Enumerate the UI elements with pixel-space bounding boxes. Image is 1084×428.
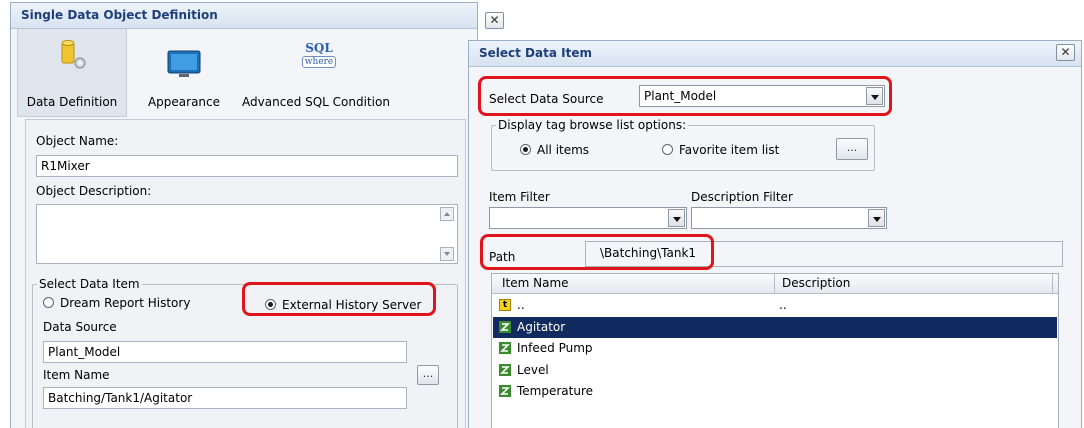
radio-external-dot — [265, 299, 276, 310]
item-list-header: Item Name Description — [492, 274, 1058, 294]
tag-icon — [499, 385, 511, 397]
description-filter-label: Description Filter — [691, 190, 793, 204]
column-item-name[interactable]: Item Name — [502, 276, 569, 290]
tab-advanced-sql-condition-label: Advanced SQL Condition — [242, 95, 390, 109]
column-separator — [1052, 274, 1053, 294]
select-data-item-group: Select Data Item Dream Report History Ex… — [32, 277, 458, 428]
radio-favorite-dot — [662, 144, 673, 155]
database-gear-icon — [61, 40, 86, 69]
radio-favorite-label: Favorite item list — [679, 143, 780, 157]
data-source-input[interactable]: Plant_Model — [43, 341, 407, 363]
column-separator — [774, 274, 775, 294]
object-name-input[interactable]: R1Mixer — [36, 155, 458, 177]
left-close-button[interactable]: ✕ — [485, 12, 504, 29]
description-scroll-down[interactable] — [440, 247, 454, 261]
select-data-source-combo[interactable]: Plant_Model — [639, 85, 885, 107]
left-dialog-title: Single Data Object Definition — [21, 8, 218, 22]
object-name-label: Object Name: — [36, 134, 119, 148]
scroll-up-icon — [444, 212, 450, 216]
radio-dream-report-history[interactable]: Dream Report History — [43, 296, 190, 310]
tag-icon — [499, 321, 511, 333]
tab-data-definition[interactable]: Data Definition — [17, 29, 127, 117]
scroll-down-icon — [444, 252, 450, 256]
chevron-down-icon[interactable] — [668, 209, 685, 227]
list-item-name: .. — [517, 298, 525, 312]
tab-appearance[interactable]: Appearance — [135, 29, 233, 117]
path-display: \Batching\Tank1 — [585, 241, 1063, 267]
list-item-description: .. — [779, 298, 787, 312]
display-options-legend: Display tag browse list options: — [496, 118, 689, 132]
radio-external-history-server[interactable]: External History Server — [265, 298, 421, 312]
tag-icon — [499, 364, 511, 376]
select-data-item-legend: Select Data Item — [37, 277, 142, 291]
tab-data-definition-label: Data Definition — [26, 95, 118, 109]
item-filter-combo[interactable] — [489, 207, 687, 229]
tag-icon — [499, 342, 511, 354]
chevron-down-icon[interactable] — [868, 209, 885, 227]
path-label: Path — [489, 250, 516, 264]
list-item[interactable]: Agitator — [493, 317, 1057, 338]
right-titlebar: Select Data Item ✕ — [469, 41, 1081, 67]
sql-where-icon: SQL where — [299, 41, 339, 77]
column-description[interactable]: Description — [782, 276, 850, 290]
item-name-label: Item Name — [43, 368, 110, 382]
tab-appearance-label: Appearance — [147, 95, 221, 109]
single-data-object-definition-dialog: Single Data Object Definition Data Defin… — [10, 2, 478, 428]
sql-icon-text: SQL — [305, 41, 333, 55]
list-item[interactable]: Level — [493, 360, 1057, 381]
right-dialog-title: Select Data Item — [479, 46, 592, 60]
radio-all-items[interactable]: All items — [520, 143, 589, 157]
item-name-input[interactable]: Batching/Tank1/Agitator — [43, 387, 407, 409]
select-data-source-value: Plant_Model — [644, 89, 717, 103]
description-filter-combo[interactable] — [691, 207, 887, 229]
list-item[interactable]: Temperature — [493, 381, 1057, 402]
object-description-label: Object Description: — [36, 184, 152, 198]
radio-dream-report-dot — [43, 297, 54, 308]
data-source-label: Data Source — [43, 320, 117, 334]
display-options-group: Display tag browse list options: All ite… — [491, 118, 875, 171]
radio-dream-report-label: Dream Report History — [60, 296, 191, 310]
radio-all-items-label: All items — [537, 143, 590, 157]
radio-favorite-item-list[interactable]: Favorite item list — [662, 143, 779, 157]
item-filter-label: Item Filter — [489, 190, 550, 204]
path-value: \Batching\Tank1 — [600, 246, 697, 260]
tab-advanced-sql-condition[interactable]: SQL where Advanced SQL Condition — [237, 29, 395, 117]
select-data-item-dialog: Select Data Item ✕ Select Data Source Pl… — [468, 40, 1082, 428]
list-item-name: Agitator — [517, 320, 566, 334]
select-data-source-label: Select Data Source — [489, 92, 604, 106]
chevron-down-icon[interactable] — [866, 87, 883, 105]
radio-external-label: External History Server — [282, 298, 422, 312]
description-scroll-up[interactable] — [440, 207, 454, 221]
left-titlebar: Single Data Object Definition — [11, 3, 477, 29]
list-item[interactable]: Infeed Pump — [493, 338, 1057, 359]
item-name-browse-button[interactable]: ... — [417, 365, 439, 385]
object-description-textarea[interactable] — [36, 204, 458, 264]
where-icon-text: where — [302, 56, 336, 68]
folder-up-icon: t — [499, 299, 511, 311]
list-item-name: Level — [517, 363, 549, 377]
right-close-button[interactable]: ✕ — [1056, 44, 1075, 61]
monitor-icon — [167, 50, 201, 77]
radio-all-items-dot — [520, 144, 531, 155]
favorite-browse-button[interactable]: ... — [836, 138, 868, 160]
list-item-name: Temperature — [517, 384, 594, 398]
item-list[interactable]: Item Name Description t .. .. Agitator I… — [491, 273, 1059, 428]
list-item-name: Infeed Pump — [517, 341, 593, 355]
list-item[interactable]: t .. .. — [493, 295, 1057, 316]
data-definition-panel: Object Name: R1Mixer Object Description:… — [25, 119, 466, 428]
